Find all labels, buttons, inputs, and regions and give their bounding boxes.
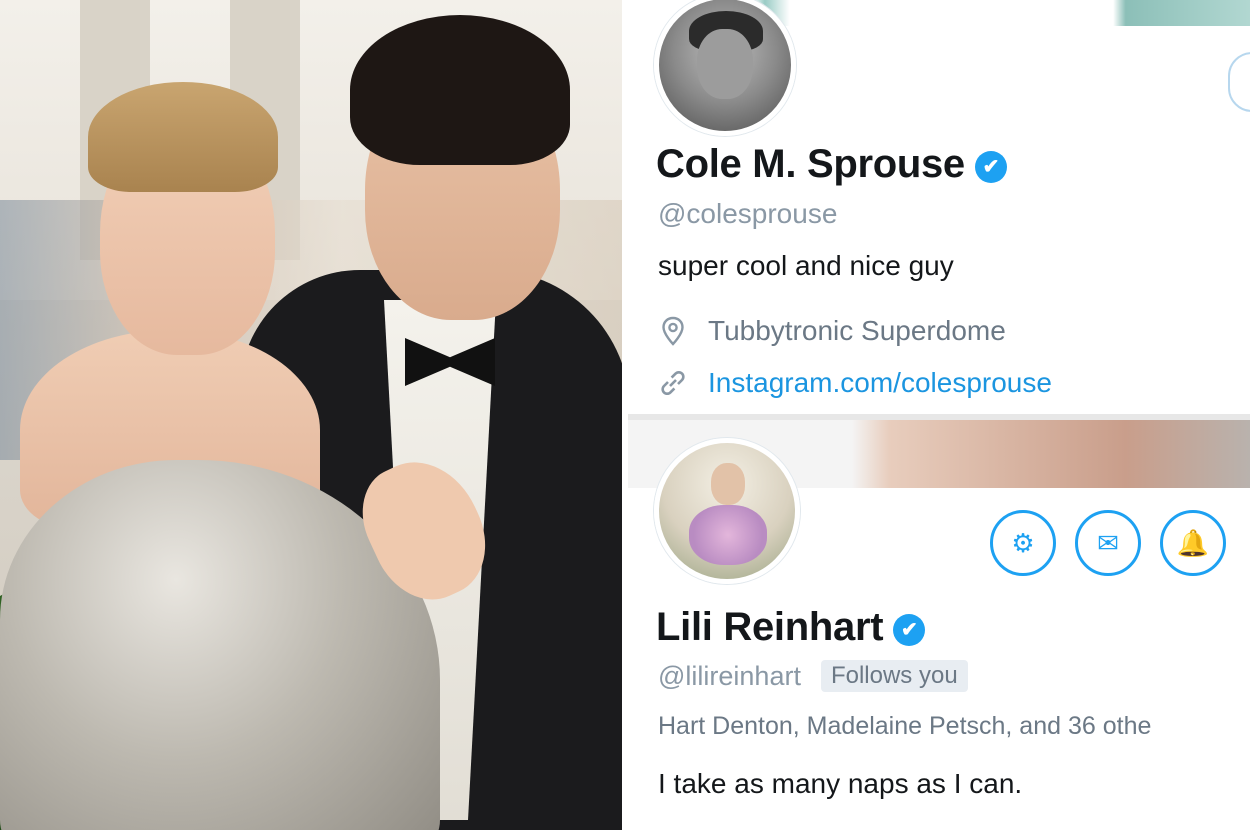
location-pin-icon xyxy=(658,316,688,346)
avatar-face xyxy=(711,463,745,505)
profile-location: Tubbytronic Superdome xyxy=(658,315,1006,347)
followers-you-know[interactable]: Hart Denton, Madelaine Petsch, and 36 ot… xyxy=(658,712,1151,741)
profile-bio: I take as many naps as I can. xyxy=(658,768,1023,799)
verified-checkmark-icon: ✔ xyxy=(974,151,1007,183)
man-hair xyxy=(350,15,570,165)
link-icon xyxy=(658,368,688,398)
edit-profile-button[interactable] xyxy=(1228,52,1250,112)
profile-name-text: Lili Reinhart xyxy=(656,605,884,649)
notifications-button[interactable]: 🔔 xyxy=(1160,510,1226,576)
website-link[interactable]: Instagram.com/colesprouse xyxy=(708,367,1052,399)
profile-name: Lili Reinhart ✔ xyxy=(656,605,926,650)
profile-handle: @colesprouse xyxy=(658,198,838,229)
message-button[interactable]: ✉ xyxy=(1075,510,1141,576)
avatar-flowers xyxy=(689,505,767,565)
follows-you-badge: Follows you xyxy=(820,660,968,692)
profile-handle-row: @lilireinhart Follows you xyxy=(658,660,968,692)
avatar-face xyxy=(697,29,753,99)
gear-icon: ⚙ xyxy=(1011,528,1035,558)
profile-name-text: Cole M. Sprouse xyxy=(656,142,965,186)
location-text: Tubbytronic Superdome xyxy=(708,315,1006,346)
woman-hair xyxy=(88,82,278,192)
settings-button[interactable]: ⚙ xyxy=(990,510,1056,576)
profile-bio: super cool and nice guy xyxy=(658,250,954,281)
verified-checkmark-icon: ✔ xyxy=(893,614,926,646)
bell-plus-icon: 🔔 xyxy=(1176,528,1210,558)
profile-handle: @lilireinhart xyxy=(658,661,801,691)
profile-avatar[interactable] xyxy=(654,438,800,584)
profile-avatar[interactable] xyxy=(654,0,796,136)
profile-name: Cole M. Sprouse ✔ xyxy=(656,142,1007,187)
envelope-icon: ✉ xyxy=(1097,528,1119,558)
profile-website[interactable]: Instagram.com/colesprouse xyxy=(658,367,1052,399)
twitter-profiles-screenshot: Cole M. Sprouse ✔ @colesprouse super cool… xyxy=(628,0,1250,830)
red-carpet-photo xyxy=(0,0,622,830)
